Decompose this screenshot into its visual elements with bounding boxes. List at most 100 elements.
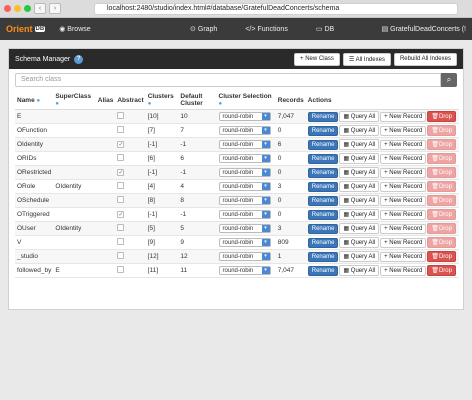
cluster-selection-select[interactable]: round-robin ▾ <box>218 266 271 275</box>
new-class-button[interactable]: + New Class <box>294 52 340 66</box>
rename-button[interactable]: Rename <box>307 112 339 122</box>
new-record-button[interactable]: + New Record <box>380 252 427 262</box>
rename-button[interactable]: Rename <box>307 224 339 234</box>
class-name[interactable]: OSchedule <box>15 193 54 208</box>
abstract-checkbox[interactable] <box>117 224 125 231</box>
abstract-checkbox[interactable] <box>117 154 125 161</box>
query-all-button[interactable]: ▦ Query All <box>339 153 380 164</box>
abstract-checkbox[interactable]: ✓ <box>117 141 125 148</box>
cluster-selection-select[interactable]: round-robin ▾ <box>218 196 271 205</box>
query-all-button[interactable]: ▦ Query All <box>339 209 380 220</box>
close-window-button[interactable] <box>4 5 11 12</box>
drop-button[interactable]: 🗑Drop <box>427 125 456 136</box>
rename-button[interactable]: Rename <box>307 252 339 262</box>
forward-icon[interactable]: › <box>49 3 61 14</box>
class-name[interactable]: OFunction <box>15 123 54 138</box>
class-name[interactable]: ORole <box>15 179 54 194</box>
query-all-button[interactable]: ▦ Query All <box>339 195 380 206</box>
address-bar[interactable]: localhost:2480/studio/index.html#/databa… <box>94 2 458 15</box>
drop-button[interactable]: 🗑Drop <box>427 251 456 262</box>
abstract-checkbox[interactable] <box>117 196 125 203</box>
query-all-button[interactable]: ▦ Query All <box>339 237 380 248</box>
rename-button[interactable]: Rename <box>307 154 339 164</box>
col-abstract[interactable]: Abstract <box>115 91 146 110</box>
rename-button[interactable]: Rename <box>307 238 339 248</box>
query-all-button[interactable]: ▦ Query All <box>339 167 380 178</box>
new-record-button[interactable]: + New Record <box>380 168 427 178</box>
rename-button[interactable]: Rename <box>307 196 339 206</box>
rename-button[interactable]: Rename <box>307 140 339 150</box>
drop-button[interactable]: 🗑Drop <box>427 167 456 178</box>
query-all-button[interactable]: ▦ Query All <box>339 251 380 262</box>
cluster-selection-select[interactable]: round-robin ▾ <box>218 182 271 191</box>
rename-button[interactable]: Rename <box>307 168 339 178</box>
new-record-button[interactable]: + New Record <box>380 238 427 248</box>
rename-button[interactable]: Rename <box>307 266 339 276</box>
abstract-checkbox[interactable] <box>117 112 125 119</box>
nav-browse[interactable]: ◉ Browse <box>59 25 90 34</box>
cluster-selection-select[interactable]: round-robin ▾ <box>218 126 271 135</box>
new-record-button[interactable]: + New Record <box>380 112 427 122</box>
rename-button[interactable]: Rename <box>307 210 339 220</box>
new-record-button[interactable]: + New Record <box>380 196 427 206</box>
orientdb-logo[interactable]: Orient DB <box>6 24 46 34</box>
abstract-checkbox[interactable] <box>117 252 125 259</box>
class-name[interactable]: followed_by <box>15 263 54 278</box>
abstract-checkbox[interactable]: ✓ <box>117 169 125 176</box>
drop-button[interactable]: 🗑Drop <box>427 265 456 276</box>
drop-button[interactable]: 🗑Drop <box>427 181 456 192</box>
back-icon[interactable]: ‹ <box>34 3 46 14</box>
new-record-button[interactable]: + New Record <box>380 210 427 220</box>
rename-button[interactable]: Rename <box>307 126 339 136</box>
maximize-window-button[interactable] <box>24 5 31 12</box>
cluster-selection-select[interactable]: round-robin ▾ <box>218 210 271 219</box>
cluster-selection-select[interactable]: round-robin ▾ <box>218 140 271 149</box>
help-icon[interactable]: ● <box>37 98 41 104</box>
drop-button[interactable]: 🗑Drop <box>427 237 456 248</box>
query-all-button[interactable]: ▦ Query All <box>339 139 380 150</box>
drop-button[interactable]: 🗑Drop <box>427 195 456 206</box>
search-icon[interactable]: ⌕ <box>441 73 457 87</box>
abstract-checkbox[interactable] <box>117 182 125 189</box>
cluster-selection-select[interactable]: round-robin ▾ <box>218 238 271 247</box>
class-name[interactable]: E <box>15 109 54 124</box>
new-record-button[interactable]: + New Record <box>380 154 427 164</box>
new-record-button[interactable]: + New Record <box>380 140 427 150</box>
cluster-selection-select[interactable]: round-robin ▾ <box>218 112 271 121</box>
nav-db[interactable]: ▭ DB <box>316 25 334 34</box>
new-record-button[interactable]: + New Record <box>380 182 427 192</box>
col-records[interactable]: Records <box>275 91 306 110</box>
new-record-button[interactable]: + New Record <box>380 266 427 276</box>
query-all-button[interactable]: ▦ Query All <box>339 265 380 276</box>
cluster-selection-select[interactable]: round-robin ▾ <box>218 252 271 261</box>
rename-button[interactable]: Rename <box>307 182 339 192</box>
class-name[interactable]: V <box>15 235 54 250</box>
search-input[interactable]: Search class <box>15 73 441 87</box>
drop-button[interactable]: 🗑Drop <box>427 153 456 164</box>
help-icon[interactable]: ● <box>55 101 59 107</box>
class-name[interactable]: ORestricted <box>15 165 54 180</box>
class-name[interactable]: OTriggered <box>15 207 54 222</box>
query-all-button[interactable]: ▦ Query All <box>339 223 380 234</box>
col-superclass[interactable]: SuperClass ● <box>53 91 96 110</box>
query-all-button[interactable]: ▦ Query All <box>339 111 380 122</box>
nav-graph[interactable]: ⊙ Graph <box>190 25 217 34</box>
database-dropdown[interactable]: ▤ GratefulDeadConcerts (! <box>382 25 466 33</box>
abstract-checkbox[interactable] <box>117 266 125 273</box>
abstract-checkbox[interactable] <box>117 238 125 245</box>
col-cluster-selection[interactable]: Cluster Selection ● <box>216 91 276 110</box>
cluster-selection-select[interactable]: round-robin ▾ <box>218 154 271 163</box>
drop-button[interactable]: 🗑Drop <box>427 223 456 234</box>
nav-functions[interactable]: </> Functions <box>245 26 287 33</box>
col-clusters[interactable]: Clusters ● <box>145 91 179 110</box>
col-alias[interactable]: Alias <box>95 91 116 110</box>
col-default-cluster[interactable]: Default Cluster <box>178 91 217 110</box>
col-name[interactable]: Name ● <box>15 91 54 110</box>
class-name[interactable]: OIdentity <box>15 137 54 152</box>
query-all-button[interactable]: ▦ Query All <box>339 181 380 192</box>
drop-button[interactable]: 🗑Drop <box>427 209 456 220</box>
abstract-checkbox[interactable] <box>117 126 125 133</box>
minimize-window-button[interactable] <box>14 5 21 12</box>
new-record-button[interactable]: + New Record <box>380 126 427 136</box>
help-icon[interactable]: ? <box>74 54 84 64</box>
